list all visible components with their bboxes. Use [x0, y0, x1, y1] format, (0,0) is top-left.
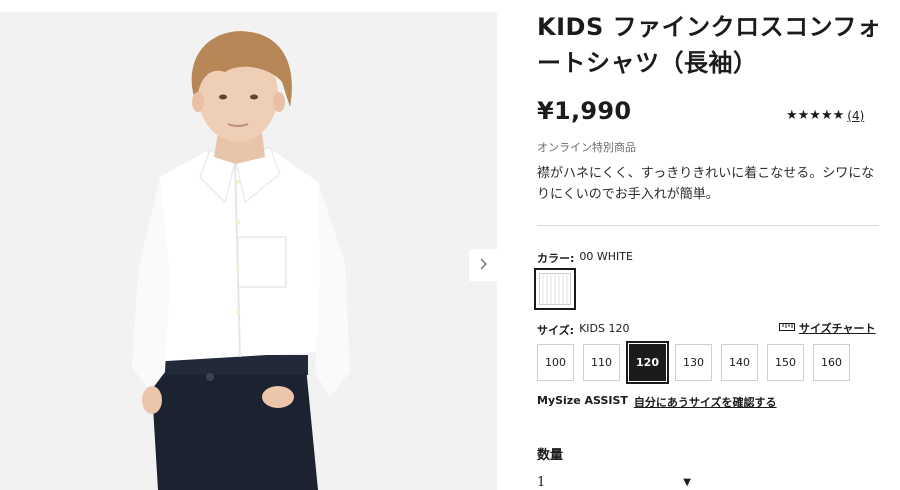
size-option-110[interactable]: 110 — [583, 344, 620, 381]
size-label: サイズ: — [537, 324, 575, 337]
color-selection-label: カラー: 00 WHITE — [537, 250, 633, 266]
rating-stars-icon: ★★★★★ — [786, 108, 845, 123]
quantity-value: 1 — [537, 474, 546, 490]
size-option-160[interactable]: 160 — [813, 344, 850, 381]
quantity-select[interactable]: 1 ▼ — [537, 471, 693, 490]
online-exclusive-label: オンライン特別商品 — [537, 141, 636, 154]
size-option-140[interactable]: 140 — [721, 344, 758, 381]
product-photo-illustration — [132, 31, 350, 490]
size-options: 100 110 120 130 140 150 160 — [537, 341, 850, 384]
size-option-100[interactable]: 100 — [537, 344, 574, 381]
size-chart-label: サイズチャート — [799, 322, 876, 335]
product-rating: ★★★★★ (4) — [786, 108, 864, 123]
mysize-brand: MySize ASSIST — [537, 394, 628, 407]
product-description: 襟がハネにくく、すっきりきれいに着こなせる。シワになりにくいのでお手入れが簡単。 — [537, 166, 875, 202]
size-option-120[interactable]: 120 — [626, 341, 669, 384]
selected-size-value: KIDS 120 — [579, 322, 630, 335]
caret-down-icon: ▼ — [683, 476, 691, 488]
product-title: KIDS ファインクロスコンフォートシャツ（長袖） — [537, 13, 882, 77]
selected-color-value: 00 WHITE — [579, 250, 633, 263]
color-label: カラー: — [537, 252, 575, 265]
ruler-icon — [779, 322, 795, 335]
color-swatch-white[interactable] — [534, 268, 576, 310]
mysize-assist: MySize ASSIST 自分にあうサイズを確認する — [537, 394, 777, 410]
product-image — [0, 12, 497, 490]
size-selection-label: サイズ: KIDS 120 — [537, 322, 629, 338]
carousel-next-button[interactable] — [469, 249, 497, 281]
mysize-check-link[interactable]: 自分にあうサイズを確認する — [634, 394, 777, 410]
quantity-label: 数量 — [537, 448, 564, 463]
swatch-fabric — [539, 273, 571, 305]
product-price: ¥1,990 — [537, 97, 632, 125]
chevron-right-icon — [478, 256, 488, 275]
size-option-130[interactable]: 130 — [675, 344, 712, 381]
size-option-150[interactable]: 150 — [767, 344, 804, 381]
review-count-link[interactable]: (4) — [847, 109, 864, 123]
section-divider — [537, 225, 879, 226]
size-chart-link[interactable]: サイズチャート — [779, 320, 876, 336]
